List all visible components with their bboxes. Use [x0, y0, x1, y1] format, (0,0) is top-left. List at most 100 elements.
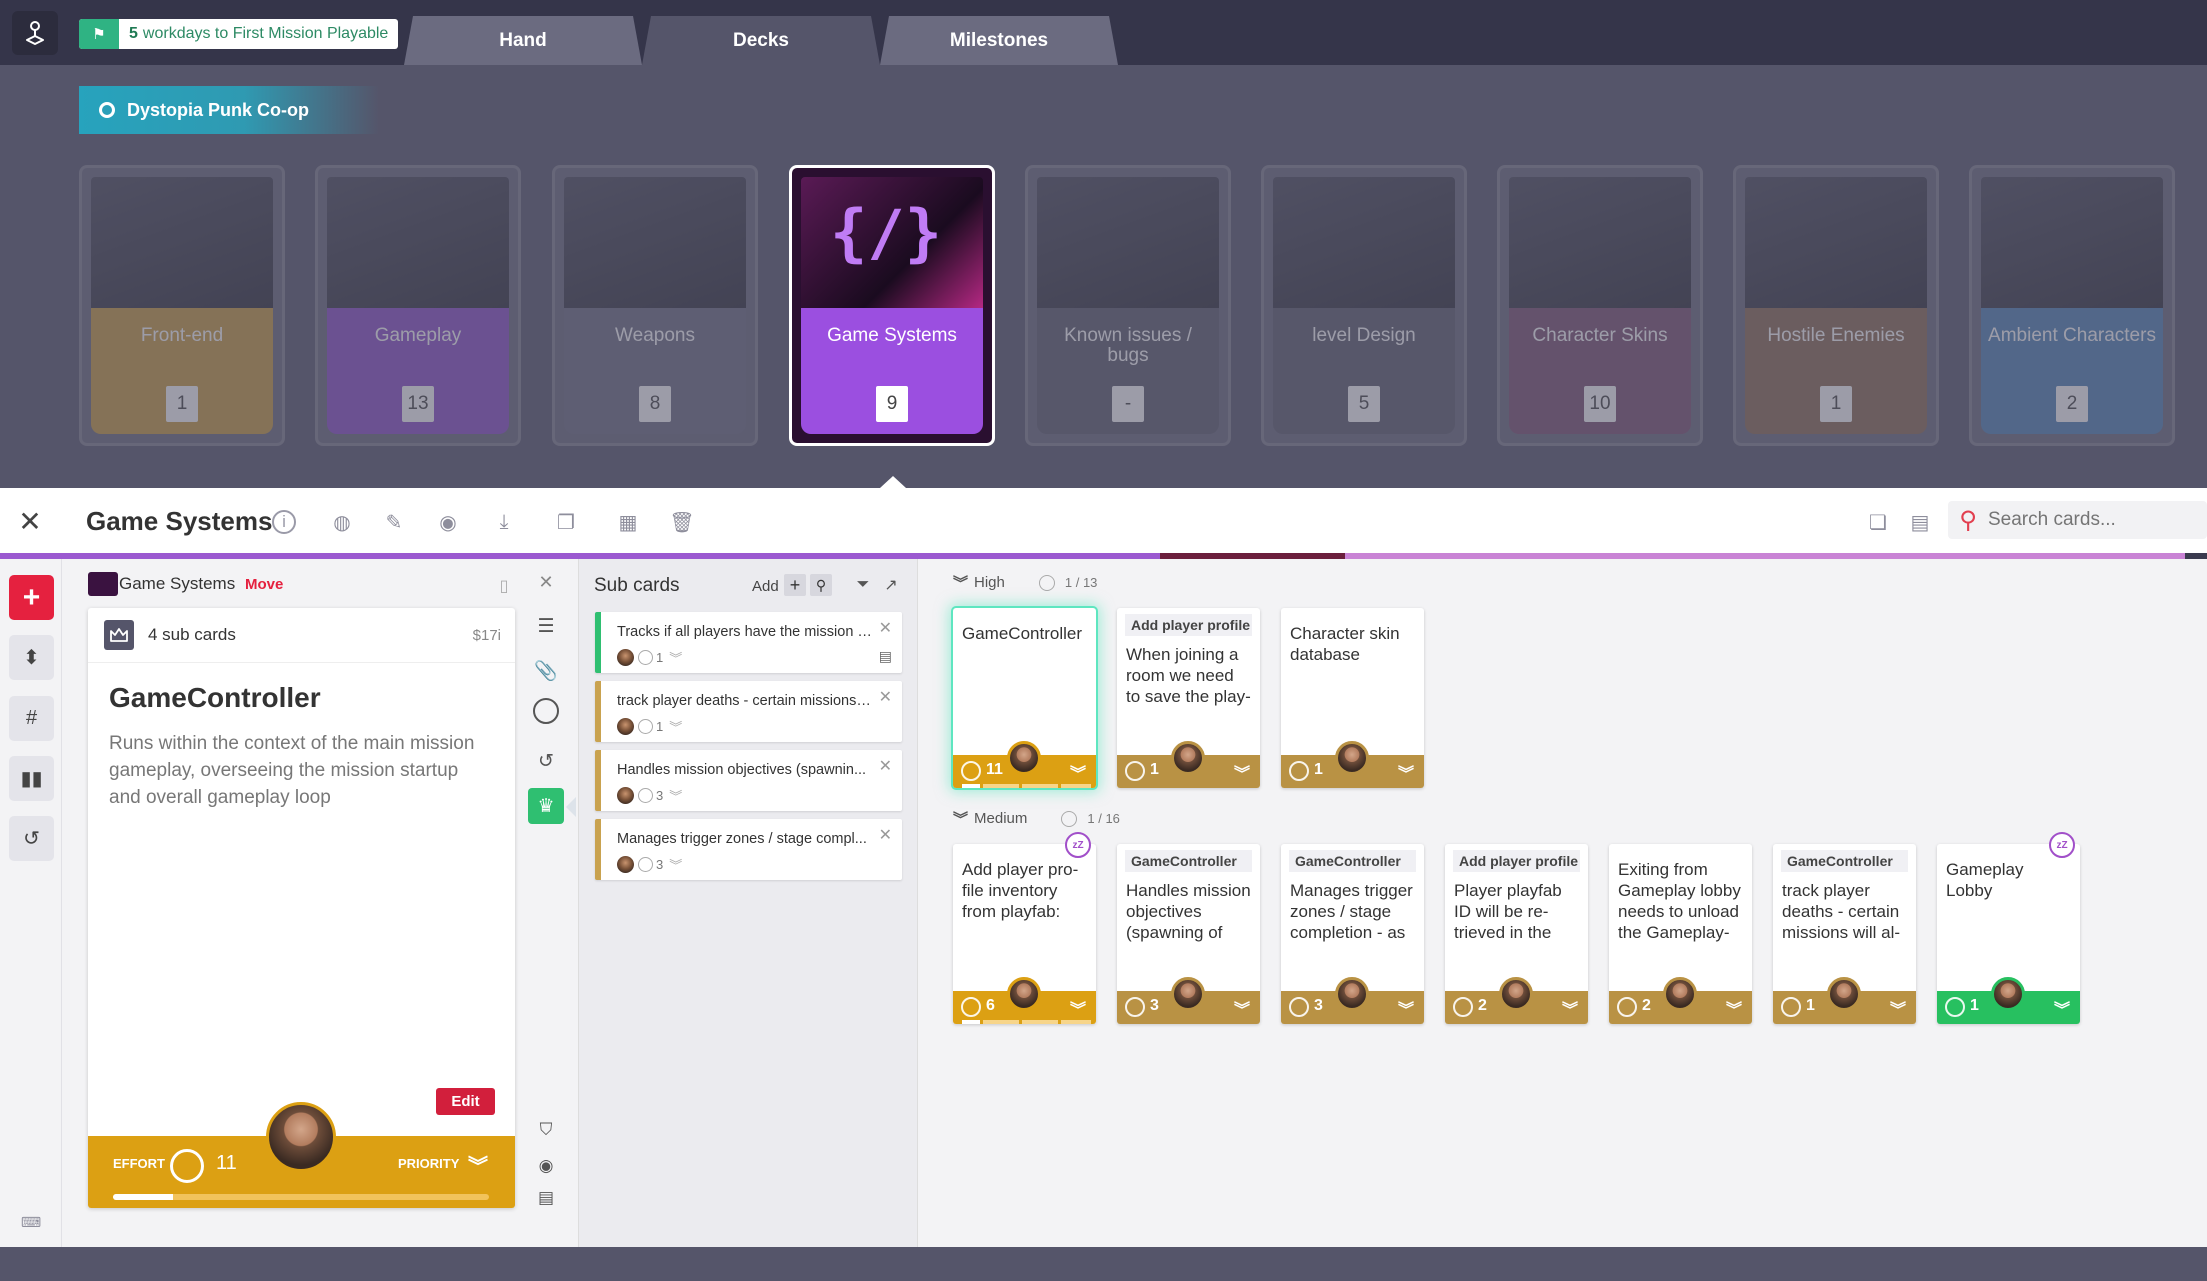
subcard-effort: 3: [656, 788, 664, 803]
globe-icon[interactable]: ◍: [328, 508, 356, 536]
effort-value: 11: [216, 1152, 237, 1174]
card-footer: 3 ︾: [1117, 977, 1260, 1024]
deck-card[interactable]: Hostile Enemies 1: [1733, 165, 1939, 446]
add-card-button[interactable]: +: [9, 575, 54, 620]
search-box[interactable]: ⚲: [1948, 501, 2207, 539]
card-effort: 1: [1150, 761, 1159, 778]
pencil-icon[interactable]: ✎: [380, 508, 408, 536]
search-icon: ⚲: [1959, 506, 1977, 534]
keyboard-icon[interactable]: ⌨: [20, 1214, 42, 1230]
remove-subcard-icon[interactable]: ✕: [879, 687, 892, 707]
board-card[interactable]: GameController track player deaths - cert…: [1773, 844, 1916, 1024]
watch-eye-icon[interactable]: ◉: [528, 1148, 564, 1184]
external-link-icon[interactable]: ↗: [880, 574, 902, 596]
settings-sliders-icon[interactable]: ☰: [528, 608, 564, 644]
priority-chevron-icon[interactable]: ︾: [468, 1150, 488, 1179]
close-icon[interactable]: ✕: [14, 505, 46, 537]
card-footer: 1 ︾: [1117, 741, 1260, 788]
add-subcard-button[interactable]: +: [784, 574, 806, 596]
deck-card[interactable]: Character Skins 10: [1497, 165, 1703, 446]
calendar-icon[interactable]: ▦: [614, 508, 642, 536]
tab-hand[interactable]: Hand: [404, 16, 642, 65]
attachment-icon[interactable]: 📎: [528, 653, 564, 689]
board-card[interactable]: Gameplay Lobby 1 ︾: [1937, 844, 2080, 1024]
priority-group-header[interactable]: ︾ Medium 1 / 16: [953, 808, 1120, 829]
subcard-meta: 3 ︾: [617, 786, 682, 805]
hand-cards-icon[interactable]: ❏: [1862, 506, 1894, 538]
subcard-item[interactable]: Handles mission objectives (spawnin... ✕ 3…: [595, 750, 902, 811]
milestone-deadline-badge[interactable]: ⚑ 5 workdays to First Mission Playable: [79, 19, 399, 49]
remove-subcard-icon[interactable]: ✕: [879, 825, 892, 845]
card-footer: 1 ︾: [1773, 977, 1916, 1024]
subcard-item[interactable]: Tracks if all players have the mission s…: [595, 612, 902, 673]
assignee-avatar: [617, 787, 634, 804]
card-detail: 4 sub cards $17i GameController Runs wit…: [88, 608, 515, 1208]
project-badge[interactable]: Dystopia Punk Co-op: [79, 86, 379, 134]
deck-card[interactable]: Gameplay 13: [315, 165, 521, 446]
globe-icon: [99, 102, 115, 118]
history-icon[interactable]: ↺: [528, 743, 564, 779]
mobile-icon[interactable]: ▯: [494, 574, 514, 598]
tab-milestones[interactable]: Milestones: [880, 16, 1118, 65]
hash-icon[interactable]: #: [9, 696, 54, 741]
subcard-item[interactable]: track player deaths - certain missions .…: [595, 681, 902, 742]
deck-card[interactable]: Weapons 8: [552, 165, 758, 446]
card-effort: 1: [1806, 997, 1815, 1014]
remove-subcard-icon[interactable]: ✕: [879, 756, 892, 776]
card-footer: 11 ︾: [953, 741, 1096, 788]
board-card[interactable]: Add player profile ir When joining a room…: [1117, 608, 1260, 788]
priority-chevron-icon: ︾: [953, 811, 969, 828]
board-card[interactable]: GameController Handles mission objectives…: [1117, 844, 1260, 1024]
close-detail-icon[interactable]: ✕: [536, 572, 556, 592]
parent-card-tag: GameController: [1781, 850, 1908, 872]
archive-icon[interactable]: ▤: [528, 1180, 564, 1216]
board-card[interactable]: GameController 11 ︾: [953, 608, 1096, 788]
search-subcard-button[interactable]: ⚲: [810, 574, 832, 596]
deck-card[interactable]: Known issues / bugs -: [1025, 165, 1231, 446]
cards-icon[interactable]: ❐: [552, 508, 580, 536]
priority-group-header[interactable]: ︾ High 1 / 13: [953, 572, 1097, 593]
trash-icon[interactable]: 🗑: [668, 508, 696, 536]
tab-decks[interactable]: Decks: [642, 16, 880, 65]
info-icon[interactable]: i: [272, 510, 296, 534]
effort-icon: [638, 857, 653, 872]
board-card[interactable]: Add player pro-file inventory from playf…: [953, 844, 1096, 1024]
comment-icon[interactable]: [533, 698, 559, 724]
remove-subcard-icon[interactable]: ✕: [879, 618, 892, 638]
priority-chevron-icon: ︾: [1725, 1002, 1742, 1019]
effort-icon: [1781, 997, 1801, 1017]
priority-chevron-icon: ︾: [2053, 1002, 2070, 1019]
deck-card[interactable]: Front-end 1: [79, 165, 285, 446]
chart-icon[interactable]: ▮▮: [9, 756, 54, 801]
board-card[interactable]: GameController Manages trigger zones / st…: [1281, 844, 1424, 1024]
card-footer: 3 ︾: [1281, 977, 1424, 1024]
subcard-header[interactable]: 4 sub cards $17i: [88, 608, 515, 663]
deck-card[interactable]: Ambient Characters 2: [1969, 165, 2175, 446]
history-icon[interactable]: ↺: [9, 816, 54, 861]
sort-icon[interactable]: ⬍: [9, 635, 54, 680]
edit-button[interactable]: Edit: [436, 1088, 495, 1115]
eye-icon[interactable]: ◉: [434, 508, 462, 536]
card-text: track player deaths - certain missions w…: [1782, 881, 1901, 942]
snooze-icon[interactable]: zZ: [2049, 832, 2075, 858]
archive-icon[interactable]: ▤: [1904, 506, 1936, 538]
deck-count: -: [1112, 386, 1144, 422]
effort-icon: [1453, 997, 1473, 1017]
deck-card[interactable]: level Design 5: [1261, 165, 1467, 446]
app-logo-icon[interactable]: [12, 11, 58, 55]
search-input[interactable]: [1988, 509, 2188, 531]
board-card[interactable]: Add player profile ir Player playfab ID w…: [1445, 844, 1588, 1024]
filter-icon[interactable]: ⏷: [852, 574, 874, 596]
archive-icon[interactable]: ▤: [879, 648, 892, 665]
board-card[interactable]: Character skin database 1 ︾: [1281, 608, 1424, 788]
download-icon[interactable]: ⤓: [490, 508, 518, 536]
snooze-icon[interactable]: zZ: [1065, 832, 1091, 858]
deck-card[interactable]: Game Systems 9 {/}: [789, 165, 995, 446]
move-link[interactable]: Move: [245, 576, 283, 593]
bookmark-icon[interactable]: ⛉: [528, 1112, 564, 1148]
subcards-crown-icon[interactable]: ♛: [528, 788, 564, 824]
subcard-item[interactable]: Manages trigger zones / stage compl... ✕ 3…: [595, 819, 902, 880]
board-card[interactable]: Exiting from Gameplay lobby needs to unl…: [1609, 844, 1752, 1024]
assignee-avatar[interactable]: [266, 1102, 336, 1172]
deck-label: Ambient Characters: [1988, 325, 2156, 346]
